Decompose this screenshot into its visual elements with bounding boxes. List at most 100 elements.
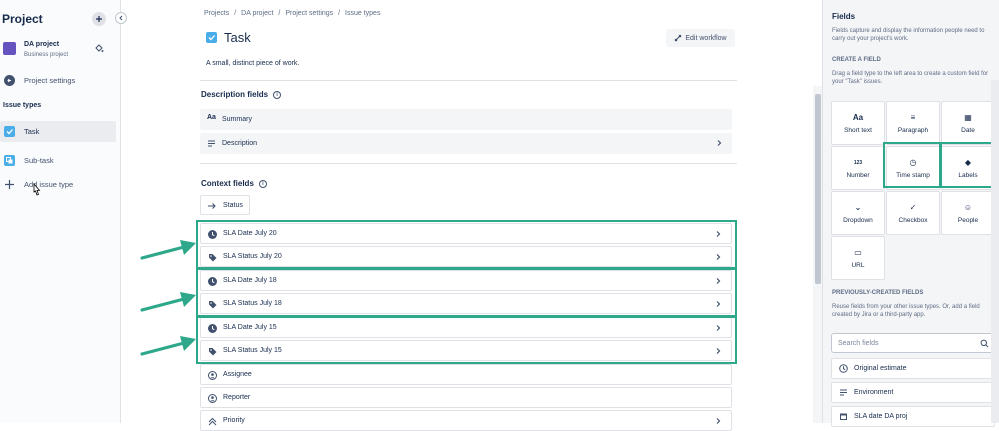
previous-field-label: Environment [854,389,894,396]
issue-types-heading: Issue types [3,102,42,109]
field-priority[interactable]: Priority [200,410,732,431]
previous-field-original-estimate[interactable]: Original estimate [831,358,995,379]
breadcrumb-separator: / [234,10,237,17]
lines-icon [207,139,216,148]
workflow-icon [674,34,682,42]
field-summary[interactable]: Aa Summary [200,109,732,130]
field-label: Assignee [223,371,252,378]
annotation-arrow-icon [140,290,198,314]
calendar-icon: ▦ [964,113,972,122]
main-scrollbar-thumb[interactable] [815,94,821,284]
field-type-label: URL [851,261,865,269]
previous-field-label: SLA date DA proj [854,413,908,420]
highlight-box [196,316,737,364]
search-icon [980,339,989,348]
issue-type-description[interactable]: A small, distinct piece of work. [206,60,299,67]
subtask-icon [4,155,15,166]
section-title: Description fields [201,90,269,99]
divider [200,80,737,81]
highlight-box [940,142,997,188]
previous-field-sla-date[interactable]: SLA date DA proj [831,406,995,427]
sidebar-item-label: Task [24,127,40,136]
breadcrumb-issue-types[interactable]: Issue types [345,10,380,17]
dropdown-icon: ⌄ [854,203,862,212]
breadcrumb-projects[interactable]: Projects [204,10,229,17]
info-icon[interactable]: i [273,90,282,99]
previous-field-label: Original estimate [854,365,907,372]
breadcrumb-project[interactable]: DA project [241,10,273,17]
edit-workflow-button[interactable]: Edit workflow [666,29,735,47]
collapse-sidebar-button[interactable] [115,12,127,24]
annotation-arrow-icon [140,238,198,262]
field-status[interactable]: Status [200,195,250,215]
field-type-paragraph[interactable]: ≡ Paragraph [886,101,940,145]
highlight-box [196,268,737,317]
field-label: Status [223,201,243,209]
previous-fields-description: Reuse fields from your other issue types… [832,304,980,318]
context-fields-heading: Context fields i [201,179,267,188]
checkbox-icon: ✓ [909,203,917,212]
field-type-label: Paragraph [897,126,929,134]
person-icon: ☺ [963,203,973,212]
clock-icon [839,364,848,373]
field-assignee[interactable]: Assignee [200,364,732,385]
chevron-right-icon [715,139,723,147]
sidebar-item-add-issue-type[interactable]: Add issue type [0,174,116,195]
field-label: Reporter [223,394,251,401]
field-type-short-text[interactable]: Aa Short text [831,101,885,145]
field-type-dropdown[interactable]: ⌄ Dropdown [831,191,885,235]
highlight-box [883,142,941,188]
field-type-label: Number [846,171,870,179]
chevron-right-icon [714,417,722,425]
breadcrumb: Projects / DA project / Project settings… [204,10,383,17]
create-field-description: Drag a field type to the left area to cr… [832,71,989,85]
calendar-icon [839,412,848,421]
edit-workflow-label: Edit workflow [685,34,727,42]
paint-bucket-icon[interactable] [94,43,104,53]
previous-fields-heading: PREVIOUSLY-CREATED FIELDS [832,290,924,296]
panel-scrollbar[interactable] [991,80,999,423]
field-type-checkbox[interactable]: ✓ Checkbox [886,191,940,235]
previous-field-environment[interactable]: Environment [831,382,995,403]
create-field-heading: CREATE A FIELD [832,57,881,63]
paragraph-icon: ≡ [910,113,916,122]
breadcrumb-project-settings[interactable]: Project settings [285,10,333,17]
breadcrumb-separator: / [278,10,281,17]
fields-panel-title: Fields [832,12,856,21]
highlight-box [196,220,737,269]
arrow-right-icon [207,201,217,211]
field-type-label: Short text [844,126,872,134]
sidebar-item-task[interactable]: Task [0,121,116,142]
project-avatar [3,42,16,55]
info-icon[interactable]: i [258,179,267,188]
add-icon[interactable] [92,12,106,26]
page-title[interactable]: Task [224,30,251,45]
field-type-url[interactable]: ▭ URL [831,236,885,280]
back-label: Project settings [24,76,76,85]
field-type-date[interactable]: ▦ Date [941,101,995,145]
lines-icon [839,388,848,397]
field-type-people[interactable]: ☺ People [941,191,995,235]
annotation-arrow-icon [140,334,198,358]
priority-icon [208,417,217,426]
text-aa-icon: Aa [207,114,216,121]
mouse-cursor-icon [31,183,42,197]
task-icon [206,32,217,43]
section-title: Context fields [201,179,254,188]
divider [200,163,737,164]
link-icon: ▭ [854,248,862,257]
sidebar-item-label: Sub-task [24,156,54,165]
field-type-label: Date [961,126,975,134]
field-reporter[interactable]: Reporter [200,387,732,408]
sidebar-item-subtask[interactable]: Sub-task [0,150,116,171]
field-description[interactable]: Description [200,133,732,154]
plus-icon [4,179,15,190]
project-sidebar: Project DA project Business project Proj… [0,0,121,423]
search-fields-input[interactable]: Search fields [831,333,995,353]
field-type-number[interactable]: 123 Number [831,146,885,190]
description-fields-heading: Description fields i [201,90,282,99]
back-to-project-settings[interactable]: Project settings [0,70,116,91]
project-name[interactable]: DA project [24,41,59,48]
field-type-label: People [957,216,979,224]
sidebar-title: Project [2,12,43,26]
